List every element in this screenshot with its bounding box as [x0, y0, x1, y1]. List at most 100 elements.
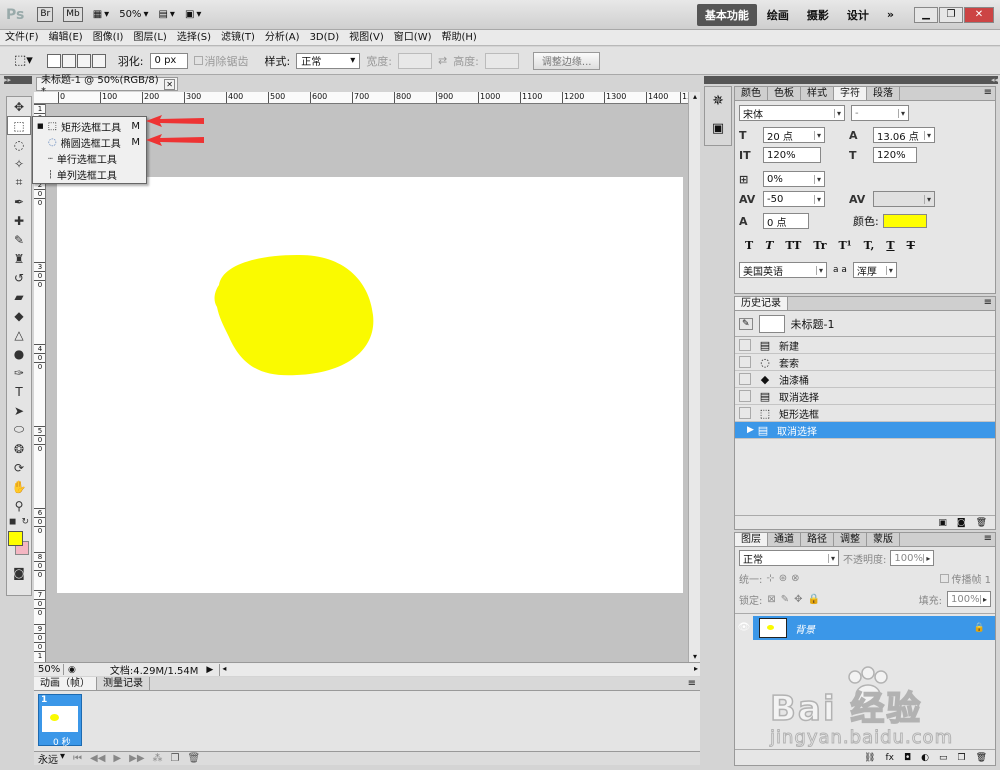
- previous-frame-icon[interactable]: ◀◀: [90, 753, 105, 764]
- menu-layer[interactable]: 图层(L): [128, 30, 171, 45]
- minibridge-button[interactable]: Mb: [58, 4, 87, 26]
- quick-selection-tool[interactable]: ✧: [7, 154, 31, 173]
- scroll-right-icon[interactable]: ▸: [694, 664, 698, 676]
- image-icon[interactable]: ▣: [705, 115, 731, 143]
- eraser-tool[interactable]: ▰: [7, 287, 31, 306]
- tab-layers[interactable]: 图层: [735, 533, 768, 546]
- lasso-tool[interactable]: ◌: [7, 135, 31, 154]
- vertical-scrollbar[interactable]: ▴ ▾: [688, 92, 700, 662]
- flyout-single-row-marquee[interactable]: ┄ 单行选框工具: [33, 150, 146, 166]
- paint-bucket-tool[interactable]: ◆: [7, 306, 31, 325]
- marquee-preset-icon[interactable]: ⬚▾: [14, 53, 33, 68]
- faux-bold-button[interactable]: T: [745, 239, 753, 252]
- toolbar-collapse-strip[interactable]: ▸▸: [4, 76, 32, 84]
- hand-tool[interactable]: ✋: [7, 477, 31, 496]
- history-state-slider-icon[interactable]: ▶: [747, 425, 755, 435]
- history-item-current[interactable]: ▶ ▤ 取消选择: [735, 422, 995, 439]
- menu-view[interactable]: 视图(V): [344, 30, 389, 45]
- tab-swatches[interactable]: 色板: [768, 87, 801, 100]
- intersect-selection-icon[interactable]: [91, 53, 106, 68]
- delete-state-icon[interactable]: 🗑: [976, 518, 987, 528]
- all-caps-button[interactable]: TT: [785, 239, 801, 252]
- document-tab[interactable]: 未标题-1 @ 50%(RGB/8) * ✕: [36, 75, 178, 97]
- width-input[interactable]: [397, 52, 432, 69]
- propagate-frame-checkbox[interactable]: 传播帧 1: [940, 571, 991, 586]
- more-workspaces-button[interactable]: »: [879, 5, 902, 24]
- pen-tool[interactable]: ✑: [7, 363, 31, 382]
- horizontal-scrollbar[interactable]: ◂ ▸: [219, 663, 700, 676]
- tab-adjustments[interactable]: 调整: [834, 533, 867, 546]
- scroll-up-icon[interactable]: ▴: [690, 92, 700, 102]
- subscript-button[interactable]: T,: [864, 239, 875, 252]
- font-style-dropdown[interactable]: - ▾: [851, 105, 909, 121]
- vertical-scale-input[interactable]: 120%: [763, 147, 821, 163]
- flyout-ellipse-marquee[interactable]: ◌ 椭圆选框工具 M: [33, 134, 146, 150]
- workspace-photography[interactable]: 摄影: [799, 4, 837, 26]
- tab-character[interactable]: 字符: [834, 87, 867, 100]
- faux-italic-button[interactable]: T: [765, 239, 773, 252]
- panel-menu-icon[interactable]: ≡: [688, 678, 700, 689]
- menu-window[interactable]: 窗口(W): [389, 30, 437, 45]
- path-selection-tool[interactable]: ➤: [7, 401, 31, 420]
- scroll-down-icon[interactable]: ▾: [690, 652, 700, 662]
- frame-delay[interactable]: 0 秒: [53, 735, 71, 748]
- panel-menu-icon[interactable]: ≡: [984, 87, 995, 100]
- new-selection-icon[interactable]: [46, 53, 61, 68]
- blend-mode-dropdown[interactable]: 正常 ▾: [739, 550, 839, 566]
- menu-file[interactable]: 文件(F): [0, 30, 44, 45]
- navigator-icon[interactable]: ✵: [705, 87, 731, 115]
- swap-icon[interactable]: ⇄: [438, 54, 447, 67]
- menu-image[interactable]: 图像(I): [88, 30, 129, 45]
- lock-pixels-icon[interactable]: ✎: [781, 594, 789, 605]
- clone-stamp-tool[interactable]: ♜: [7, 249, 31, 268]
- layer-row-background[interactable]: 👁 背景 🔒: [735, 616, 995, 640]
- shape-tool[interactable]: ⬭: [7, 420, 31, 439]
- history-brush-tool[interactable]: ↺: [7, 268, 31, 287]
- next-frame-icon[interactable]: ▶▶: [129, 753, 144, 764]
- menu-analysis[interactable]: 分析(A): [260, 30, 305, 45]
- feather-input[interactable]: 0 px: [149, 52, 188, 69]
- zoom-field[interactable]: 50%: [34, 664, 64, 675]
- opacity-input[interactable]: 100% ▸: [890, 550, 935, 566]
- document-canvas[interactable]: [57, 177, 683, 593]
- menu-filter[interactable]: 滤镜(T): [216, 30, 260, 45]
- dodge-tool[interactable]: ●: [7, 344, 31, 363]
- foreground-color-swatch[interactable]: [8, 531, 23, 546]
- flyout-rect-marquee[interactable]: ■ ⬚ 矩形选框工具 M: [33, 118, 146, 134]
- tab-animation[interactable]: 动画（帧）: [34, 677, 97, 690]
- spot-healing-tool[interactable]: ✚: [7, 211, 31, 230]
- workspace-essentials[interactable]: 基本功能: [696, 3, 757, 26]
- bridge-button[interactable]: Br: [32, 4, 58, 26]
- tracking-dropdown[interactable]: ▾: [873, 191, 935, 207]
- text-color-swatch[interactable]: [882, 214, 927, 228]
- font-size-dropdown[interactable]: 20 点 ▾: [763, 127, 825, 143]
- new-document-from-state-icon[interactable]: ▣: [938, 518, 947, 528]
- unify-visibility-icon[interactable]: ⊛: [779, 573, 787, 584]
- move-tool[interactable]: ✥: [7, 97, 31, 116]
- duplicate-frame-icon[interactable]: ❐: [171, 753, 180, 764]
- underline-button[interactable]: T: [886, 239, 894, 252]
- add-selection-icon[interactable]: [61, 53, 76, 68]
- minimize-button[interactable]: ▁: [914, 6, 938, 23]
- tab-color[interactable]: 颜色: [735, 87, 768, 100]
- font-family-dropdown[interactable]: 宋体 ▾: [739, 105, 845, 121]
- unify-style-icon[interactable]: ⊗: [791, 573, 799, 584]
- quick-mask-button[interactable]: ◙: [7, 563, 31, 582]
- history-item[interactable]: ▤ 取消选择: [735, 388, 995, 405]
- new-snapshot-icon[interactable]: ◙: [957, 518, 966, 528]
- tab-paragraph[interactable]: 段落: [867, 87, 900, 100]
- baseline-shift-input[interactable]: 0 点: [763, 213, 809, 229]
- eye-icon[interactable]: 👁: [735, 616, 753, 640]
- flyout-single-column-marquee[interactable]: ┆ 单列选框工具: [33, 166, 146, 182]
- history-brush-source-icon[interactable]: ✎: [739, 317, 753, 330]
- menu-3d[interactable]: 3D(D): [305, 30, 345, 45]
- menu-edit[interactable]: 编辑(E): [44, 30, 88, 45]
- close-button[interactable]: ✕: [964, 6, 994, 23]
- antialias-checkbox[interactable]: 消除锯齿: [193, 53, 249, 69]
- history-item[interactable]: ◆ 油漆桶: [735, 371, 995, 388]
- maximize-button[interactable]: ❐: [939, 6, 963, 23]
- panels-collapse-strip[interactable]: ◂◂: [704, 76, 998, 84]
- panel-menu-icon[interactable]: ≡: [984, 297, 995, 310]
- lock-position-icon[interactable]: ✥: [794, 594, 802, 605]
- fill-input[interactable]: 100% ▸: [947, 591, 991, 607]
